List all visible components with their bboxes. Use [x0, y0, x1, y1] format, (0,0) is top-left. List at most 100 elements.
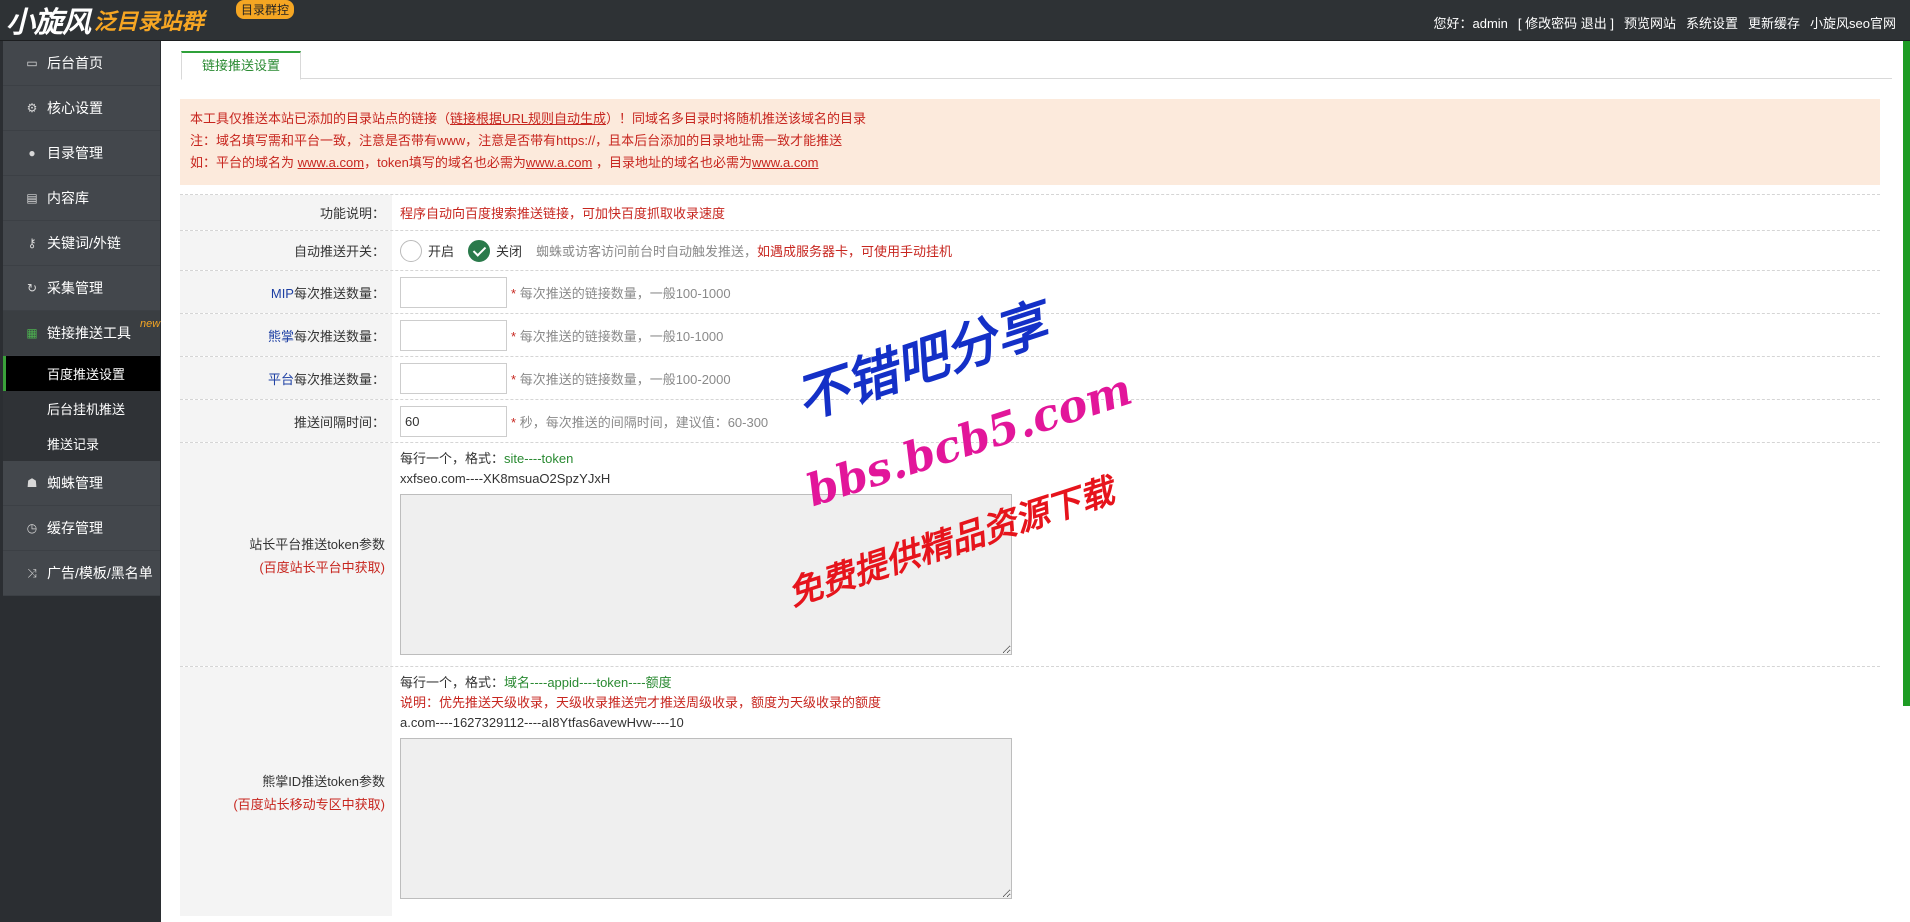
mip-label: MIP每次推送数量： [180, 271, 392, 313]
notice-domain-link[interactable]: www.a.com [526, 155, 592, 170]
interval-field-wrap: * 秒，每次推送的间隔时间，建议值：60-300 [392, 400, 1880, 442]
logo: 小旋风 泛目录站群 [6, 4, 204, 38]
mip-count-input[interactable] [400, 276, 507, 308]
interval-label: 推送间隔时间： [180, 400, 392, 442]
top-nav: 您好：admin [ 修改密码 退出 ] 预览网站 系统设置 更新缓存 小旋风s… [1434, 13, 1897, 32]
sidebar-item-label: 蜘蛛管理 [47, 475, 103, 491]
site-token-format: 每行一个，格式：site----token [400, 449, 573, 469]
site-token-example: xxfseo.com----XK8msuaO2SpzYJxH [400, 471, 611, 486]
sidebar-subitem-baidu-push[interactable]: 百度推送设置 [3, 356, 160, 391]
notice-text: 本工具仅推送本站已添加的目录站点的链接（ [190, 111, 451, 126]
notice-line-3: 如：平台的域名为 www.a.com，token填写的域名也必需为www.a.c… [190, 152, 1870, 174]
account-links[interactable]: [ 修改密码 退出 ] [1518, 13, 1614, 32]
auto-push-label: 自动推送开关： [180, 231, 392, 270]
sidebar-item-label: 链接推送工具 [47, 325, 131, 341]
notice-text: 如：平台的域名为 [190, 155, 298, 170]
sidebar-item-spider[interactable]: ☗ 蜘蛛管理 [3, 461, 160, 506]
mip-hint-text: 每次推送的链接数量，一般100-1000 [519, 285, 731, 301]
notice-line-1: 本工具仅推送本站已添加的目录站点的链接（链接根据URL规则自动生成）！同域名多目… [190, 108, 1870, 130]
system-settings-link[interactable]: 系统设置 [1686, 13, 1738, 32]
format-pattern: site----token [504, 451, 574, 466]
required-star: * [511, 371, 517, 387]
sidebar-item-link-push[interactable]: ▦ 链接推送工具 new [3, 311, 160, 356]
sidebar-item-label: 缓存管理 [47, 520, 103, 536]
auto-push-hint: 蜘蛛或访客访问前台时自动触发推送， [536, 244, 758, 259]
sidebar-item-label: 核心设置 [47, 100, 103, 116]
main-content: 链接推送设置 本工具仅推送本站已添加的目录站点的链接（链接根据URL规则自动生成… [161, 41, 1910, 922]
required-star: * [511, 328, 517, 344]
sidebar-item-label: 内容库 [47, 190, 89, 206]
form-row-xiongzhang-token: 熊掌ID推送token参数 (百度站长移动专区中获取) 每行一个，格式：域名--… [180, 666, 1880, 916]
refresh-cache-link[interactable]: 更新缓存 [1748, 13, 1800, 32]
radio-checked-icon [468, 239, 491, 262]
sidebar: ▭ 后台首页 ⚙ 核心设置 ● 目录管理 ▤ 内容库 ⚷ 关键词/外链 ↻ 采集… [0, 41, 161, 922]
sidebar-item-content-library[interactable]: ▤ 内容库 [3, 176, 160, 221]
site-token-field-wrap: 每行一个，格式：site----token xxfseo.com----XK8m… [392, 443, 1880, 666]
xiongzhang-label-text: 每次推送数量： [293, 328, 385, 344]
notice-text: ）！同域名多目录时将随机推送该域名的目录 [606, 111, 867, 126]
refresh-icon: ↻ [26, 281, 38, 295]
sidebar-item-home[interactable]: ▭ 后台首页 [3, 41, 160, 86]
xiongzhang-count-input[interactable] [400, 319, 507, 351]
logo-sub-text: 泛目录站群 [94, 10, 205, 35]
timer-icon: ◷ [26, 521, 38, 535]
sidebar-item-label: 后台首页 [47, 55, 103, 71]
platform-field-wrap: * 每次推送的链接数量，一般100-2000 [392, 357, 1880, 399]
sidebar-item-cache[interactable]: ◷ 缓存管理 [3, 506, 160, 551]
auto-push-off-radio[interactable]: 关闭 [468, 239, 523, 262]
site-token-label-text: 站长平台推送token参数 [249, 536, 385, 552]
site-token-sub-label: (百度站长平台中获取) [259, 559, 385, 575]
site-token-textarea[interactable] [400, 494, 1012, 655]
sidebar-item-collect[interactable]: ↻ 采集管理 [3, 266, 160, 311]
form-row-xiongzhang: 熊掌每次推送数量： * 每次推送的链接数量，一般10-1000 [180, 313, 1880, 356]
auto-push-options: 开启 关闭 蜘蛛或访客访问前台时自动触发推送， 如遇成服务器卡，可使用手动挂机 [392, 231, 1880, 270]
required-star: * [511, 285, 517, 301]
xiongzhang-token-field-wrap: 每行一个，格式：域名----appid----token----额度 说明：优先… [392, 667, 1880, 916]
platform-label: 平台每次推送数量： [180, 357, 392, 399]
tab-bar: 链接推送设置 [181, 51, 1892, 80]
xiongzhang-token-textarea[interactable] [400, 738, 1012, 899]
required-star: * [511, 414, 517, 430]
document-icon: ▤ [26, 191, 38, 205]
new-badge: new [140, 318, 161, 330]
form-row-function: 功能说明： 程序自动向百度搜索推送链接，可加快百度抓取收录速度 [180, 194, 1880, 230]
notice-box: 本工具仅推送本站已添加的目录站点的链接（链接根据URL规则自动生成）！同域名多目… [180, 99, 1880, 185]
xiongzhang-field-wrap: * 每次推送的链接数量，一般10-1000 [392, 314, 1880, 356]
sidebar-menu: ▭ 后台首页 ⚙ 核心设置 ● 目录管理 ▤ 内容库 ⚷ 关键词/外链 ↻ 采集… [3, 41, 160, 596]
radio-circle [400, 239, 422, 262]
sidebar-item-core-settings[interactable]: ⚙ 核心设置 [3, 86, 160, 131]
gear-icon: ⚙ [26, 101, 38, 115]
auto-push-on-radio[interactable]: 开启 [400, 239, 455, 262]
logo-badge: 目录群控 [236, 0, 295, 19]
sidebar-item-directory[interactable]: ● 目录管理 [3, 131, 160, 176]
sidebar-subitem-push-log[interactable]: 推送记录 [3, 426, 160, 461]
sidebar-item-keywords[interactable]: ⚷ 关键词/外链 [3, 221, 160, 266]
key-icon: ⚷ [27, 236, 37, 250]
sidebar-subitem-background-push[interactable]: 后台挂机推送 [3, 391, 160, 426]
sidebar-item-ads-templates[interactable]: ⤨ 广告/模板/黑名单 [3, 551, 160, 596]
official-site-link[interactable]: 小旋风seo官网 [1810, 13, 1896, 32]
radio-label: 关闭 [496, 244, 523, 259]
shuffle-icon: ⤨ [27, 565, 37, 580]
platform-label-highlight: 平台 [267, 371, 294, 387]
mip-field-wrap: * 每次推送的链接数量，一般100-1000 [392, 271, 1880, 313]
notice-domain-link[interactable]: www.a.com [752, 155, 818, 170]
tab-link-push-settings[interactable]: 链接推送设置 [181, 51, 302, 80]
interval-input[interactable] [400, 405, 507, 437]
site-token-label: 站长平台推送token参数 (百度站长平台中获取) [180, 443, 392, 666]
xiongzhang-token-label-text: 熊掌ID推送token参数 [262, 773, 385, 789]
greeting: 您好：admin [1433, 16, 1508, 31]
android-icon: ☗ [26, 476, 38, 490]
top-bar: 小旋风 泛目录站群 目录群控 您好：admin [ 修改密码 退出 ] 预览网站… [0, 0, 1910, 41]
xiongzhang-label: 熊掌每次推送数量： [180, 314, 392, 356]
platform-count-input[interactable] [400, 362, 507, 394]
right-accent-bar [1903, 41, 1910, 706]
xiongzhang-label-highlight: 熊掌 [267, 328, 294, 344]
platform-hint: * 每次推送的链接数量，一般100-2000 [511, 369, 731, 388]
notice-url-rule-link[interactable]: 链接根据URL规则自动生成 [450, 111, 606, 126]
preview-site-link[interactable]: 预览网站 [1624, 13, 1676, 32]
notice-domain-link[interactable]: www.a.com [298, 155, 364, 170]
function-text: 程序自动向百度搜索推送链接，可加快百度抓取收录速度 [400, 206, 726, 221]
radio-label: 开启 [428, 244, 455, 259]
form-row-interval: 推送间隔时间： * 秒，每次推送的间隔时间，建议值：60-300 [180, 399, 1880, 442]
